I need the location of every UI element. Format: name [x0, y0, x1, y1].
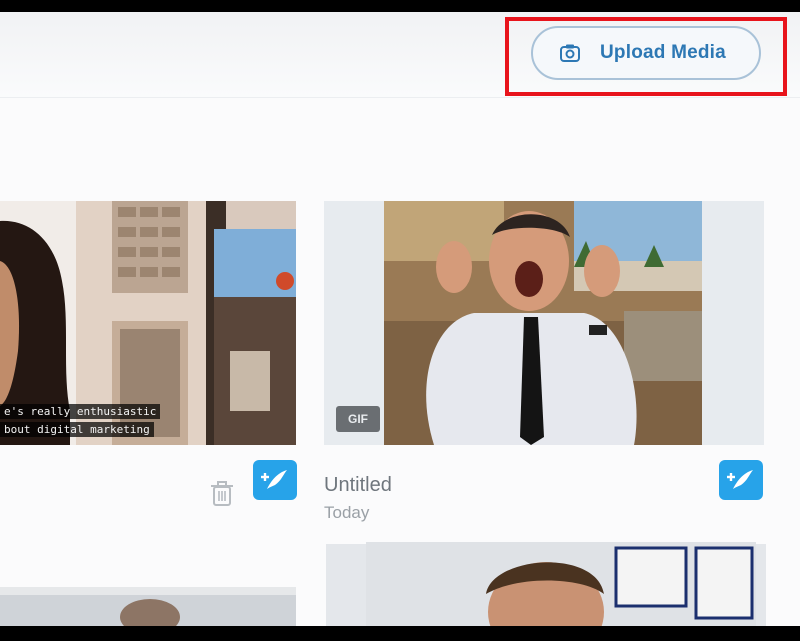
top-toolbar: Upload Media	[0, 12, 800, 98]
partial-still-image	[0, 587, 296, 626]
tweet-compose-icon	[261, 470, 287, 489]
media-thumbnail-gif[interactable]	[324, 201, 764, 445]
partial-still-image	[366, 542, 756, 626]
trash-icon[interactable]	[209, 480, 235, 508]
media-date: Today	[324, 503, 370, 522]
gif-badge: GIF	[336, 406, 380, 432]
media-thumbnail-partial[interactable]	[366, 542, 756, 626]
annotation-highlight-box	[505, 17, 787, 96]
media-thumbnail-video[interactable]: e's really enthusiastic bout digital mar…	[0, 201, 296, 445]
compose-tweet-button[interactable]	[719, 460, 763, 500]
gif-still-image	[324, 201, 764, 445]
tweet-compose-icon	[727, 470, 753, 489]
video-caption-line-2: bout digital marketing	[0, 422, 154, 437]
compose-tweet-button[interactable]	[253, 460, 297, 500]
media-library-screen: Upload Media e's really enthusiastic bou…	[0, 12, 800, 626]
video-caption-line-1: e's really enthusiastic	[0, 404, 161, 419]
media-thumbnail-partial[interactable]	[0, 587, 296, 626]
media-title: Untitled	[324, 474, 392, 496]
